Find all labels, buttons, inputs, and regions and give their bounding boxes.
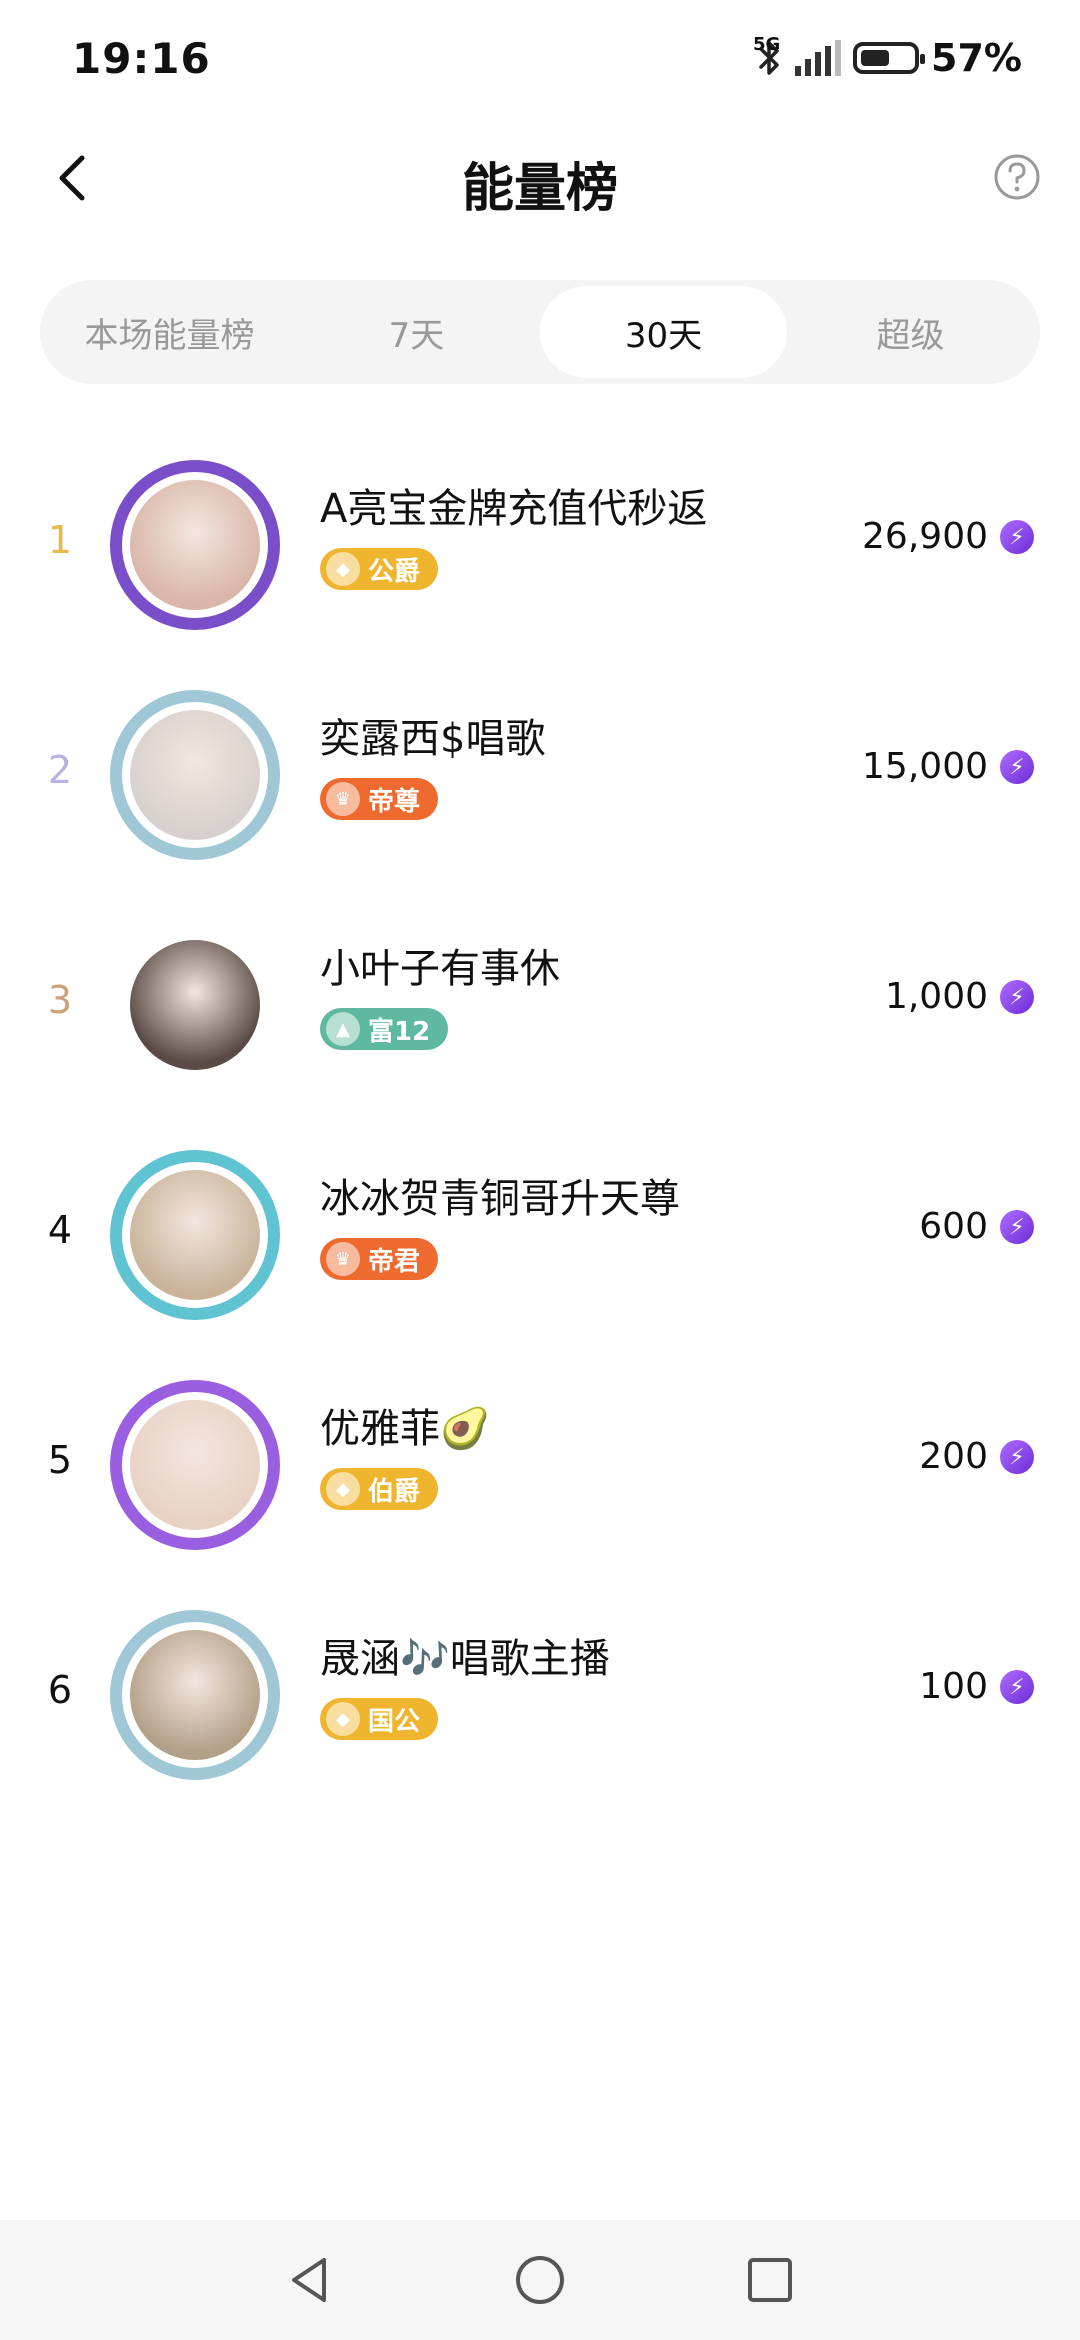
avatar-frame bbox=[110, 1610, 280, 1780]
rank-number: 1 bbox=[47, 518, 73, 562]
level-badge: ◆ 国公 bbox=[320, 1698, 439, 1740]
badge-icon: ◆ bbox=[326, 1702, 360, 1736]
user-name: 优雅菲🥑 bbox=[320, 1406, 490, 1452]
energy-score: 1,000 bbox=[884, 976, 988, 1017]
badge-icon: ◆ bbox=[326, 1472, 360, 1506]
level-badge: ◆ 伯爵 bbox=[320, 1468, 439, 1510]
user-name: A亮宝金牌充值代秒返 bbox=[320, 486, 708, 532]
avatar[interactable] bbox=[110, 1380, 280, 1550]
avatar-frame bbox=[110, 690, 280, 860]
question-circle-icon[interactable] bbox=[992, 152, 1042, 202]
ranking-row[interactable]: 4 冰冰贺青铜哥升天尊 ♛ 帝君 600 ⚡ bbox=[0, 1120, 1080, 1350]
triangle-back-icon[interactable] bbox=[280, 2250, 340, 2310]
battery-percent: 57% bbox=[931, 36, 1022, 80]
ranking-row[interactable]: 5 优雅菲🥑 ◆ 伯爵 200 ⚡ bbox=[0, 1350, 1080, 1580]
lightning-icon: ⚡ bbox=[1000, 520, 1034, 554]
avatar[interactable] bbox=[110, 1610, 280, 1780]
ranking-list: 1 A亮宝金牌充值代秒返 ◆ 公爵 26,900 ⚡ 2 奕露西$唱歌 ♛ 帝尊 1… bbox=[0, 430, 1080, 1810]
lightning-icon: ⚡ bbox=[1000, 1670, 1034, 1704]
rank-number: 6 bbox=[47, 1668, 73, 1712]
level-badge: ◆ 公爵 bbox=[320, 548, 439, 590]
circle-home-icon[interactable] bbox=[510, 2250, 570, 2310]
user-name: 冰冰贺青铜哥升天尊 bbox=[320, 1176, 680, 1222]
tab-current-session[interactable]: 本场能量榜 bbox=[46, 286, 293, 378]
tab-super[interactable]: 超级 bbox=[787, 286, 1034, 378]
badge-icon: ♛ bbox=[326, 1242, 360, 1276]
rank-number: 3 bbox=[47, 978, 73, 1022]
rank-number: 2 bbox=[47, 748, 73, 792]
avatar[interactable] bbox=[110, 690, 280, 860]
header: 能量榜 bbox=[0, 130, 1080, 230]
tab-30-days[interactable]: 30天 bbox=[540, 286, 787, 378]
battery-icon bbox=[853, 42, 926, 74]
energy-score: 26,900 bbox=[862, 516, 988, 557]
ranking-row[interactable]: 2 奕露西$唱歌 ♛ 帝尊 15,000 ⚡ bbox=[0, 660, 1080, 890]
lightning-icon: ⚡ bbox=[1000, 750, 1034, 784]
cellular-signal-icon: 5G bbox=[753, 34, 842, 76]
level-badge: ▲ 富12 bbox=[320, 1008, 449, 1050]
tab-bar: 本场能量榜 7天 30天 超级 bbox=[40, 280, 1040, 384]
page-title: 能量榜 bbox=[461, 159, 618, 219]
energy-score: 600 bbox=[919, 1206, 988, 1247]
avatar-frame bbox=[110, 920, 280, 1090]
user-name: 晟涵🎶唱歌主播 bbox=[320, 1636, 610, 1682]
rank-number: 5 bbox=[47, 1438, 73, 1482]
avatar[interactable] bbox=[110, 460, 280, 630]
rank-number: 4 bbox=[47, 1208, 73, 1252]
badge-icon: ◆ bbox=[326, 552, 360, 586]
ranking-row[interactable]: 1 A亮宝金牌充值代秒返 ◆ 公爵 26,900 ⚡ bbox=[0, 430, 1080, 660]
avatar-frame bbox=[110, 1380, 280, 1550]
ranking-row[interactable]: 6 晟涵🎶唱歌主播 ◆ 国公 100 ⚡ bbox=[0, 1580, 1080, 1810]
energy-score: 100 bbox=[919, 1666, 988, 1707]
avatar[interactable] bbox=[110, 920, 280, 1090]
network-type: 5G bbox=[753, 34, 781, 55]
level-badge: ♛ 帝尊 bbox=[320, 778, 439, 820]
lightning-icon: ⚡ bbox=[1000, 1210, 1034, 1244]
lightning-icon: ⚡ bbox=[1000, 980, 1034, 1014]
status-bar: 19:16 5G 57% bbox=[0, 0, 1080, 120]
badge-icon: ♛ bbox=[326, 782, 360, 816]
level-badge: ♛ 帝君 bbox=[320, 1238, 439, 1280]
system-nav-bar bbox=[0, 2220, 1080, 2340]
energy-score: 15,000 bbox=[862, 746, 988, 787]
status-time: 19:16 bbox=[72, 34, 211, 83]
avatar[interactable] bbox=[110, 1150, 280, 1320]
user-name: 小叶子有事休 bbox=[320, 946, 560, 992]
user-name: 奕露西$唱歌 bbox=[320, 716, 546, 762]
energy-score: 200 bbox=[919, 1436, 988, 1477]
badge-icon: ▲ bbox=[326, 1012, 360, 1046]
avatar-frame bbox=[110, 460, 280, 630]
status-icons: 5G 57% bbox=[753, 34, 1022, 80]
square-recents-icon[interactable] bbox=[740, 2250, 800, 2310]
lightning-icon: ⚡ bbox=[1000, 1440, 1034, 1474]
tab-7-days[interactable]: 7天 bbox=[293, 286, 540, 378]
avatar-frame bbox=[110, 1150, 280, 1320]
ranking-row[interactable]: 3 小叶子有事休 ▲ 富12 1,000 ⚡ bbox=[0, 890, 1080, 1120]
